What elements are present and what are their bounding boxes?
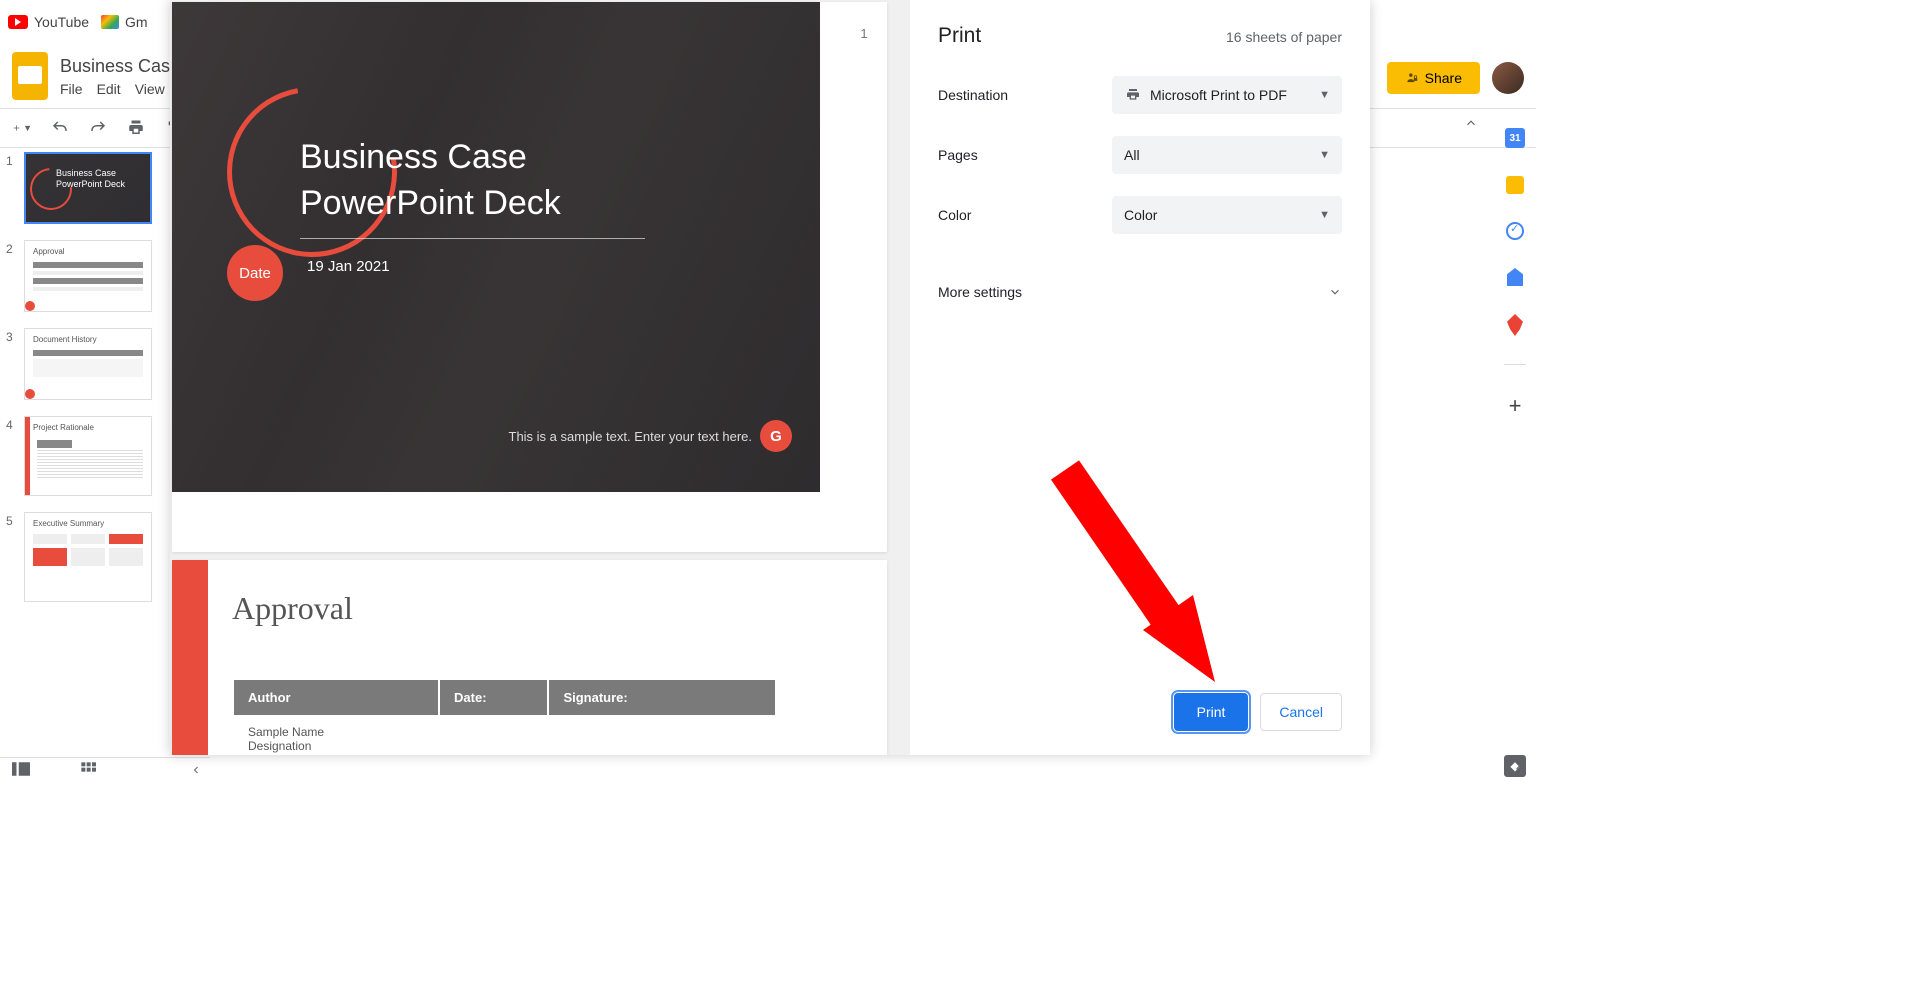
google-side-panel: 31 + ◆	[1494, 108, 1536, 785]
share-button[interactable]: Share	[1387, 62, 1480, 94]
pages-label: Pages	[938, 147, 978, 163]
document-title[interactable]: Business Cas	[60, 56, 170, 77]
date-text: 19 Jan 2021	[307, 258, 390, 275]
chevron-left-icon[interactable]	[190, 763, 202, 781]
thumbnail-5[interactable]: 5 Executive Summary	[0, 508, 170, 606]
sheet-count: 16 sheets of paper	[1226, 29, 1342, 45]
slide-1-content: Date Business Case PowerPoint Deck 19 Ja…	[172, 2, 820, 492]
menu-file[interactable]: File	[60, 81, 83, 97]
th-signature: Signature:	[549, 680, 775, 715]
thumbnail-4[interactable]: 4 Project Rationale	[0, 412, 170, 500]
contacts-icon[interactable]	[1507, 268, 1523, 286]
preview-page-2: Approval Author Date: Signature: Sample …	[172, 560, 887, 755]
collapse-toggle[interactable]	[1464, 116, 1478, 135]
menu-view[interactable]: View	[135, 81, 165, 97]
add-addon-button[interactable]: +	[1509, 393, 1522, 419]
pages-select[interactable]: All ▼	[1112, 136, 1342, 174]
thumb-preview: Document History	[24, 328, 152, 400]
person-lock-icon	[1405, 71, 1419, 85]
color-select[interactable]: Color ▼	[1112, 196, 1342, 234]
date-badge: Date	[227, 245, 283, 301]
cancel-button[interactable]: Cancel	[1260, 693, 1342, 731]
menu-edit[interactable]: Edit	[97, 81, 121, 97]
accent-stripe	[172, 560, 208, 755]
bottom-toolbar	[0, 757, 210, 785]
preview-page-1: 1 Date Business Case PowerPoint Deck 19 …	[172, 2, 887, 552]
printer-icon	[1124, 87, 1142, 103]
google-slides-logo-icon[interactable]	[12, 52, 48, 100]
slide-title: Business Case PowerPoint Deck	[300, 134, 561, 226]
print-dialog: 1 Date Business Case PowerPoint Deck 19 …	[170, 0, 1370, 755]
more-settings-label: More settings	[938, 284, 1022, 300]
grid-view-button[interactable]	[80, 761, 96, 782]
menu-bar: File Edit View	[60, 81, 170, 97]
slide-2-title: Approval	[232, 590, 353, 627]
thumbnail-1[interactable]: 1 Business Case PowerPoint Deck	[0, 148, 170, 228]
youtube-icon	[8, 15, 28, 29]
brand-badge: G	[760, 420, 792, 452]
chevron-down-icon: ▼	[1319, 89, 1330, 101]
user-avatar[interactable]	[1492, 62, 1524, 94]
new-slide-button[interactable]: ▼	[12, 118, 32, 138]
td-author: Sample Name Designation	[234, 717, 438, 755]
calendar-icon[interactable]: 31	[1505, 128, 1525, 148]
chevron-down-icon: ▼	[1319, 209, 1330, 221]
maps-icon[interactable]	[1507, 314, 1523, 336]
filmstrip-view-button[interactable]	[12, 762, 30, 781]
keep-icon[interactable]	[1506, 176, 1524, 194]
print-preview-area[interactable]: 1 Date Business Case PowerPoint Deck 19 …	[170, 0, 910, 755]
gmail-icon	[101, 15, 119, 29]
tab-youtube[interactable]: YouTube	[8, 14, 89, 30]
thumb-number: 4	[6, 416, 24, 496]
thumb-number: 5	[6, 512, 24, 602]
document-title-area: Business Cas File Edit View	[60, 56, 170, 97]
thumbnail-3[interactable]: 3 Document History	[0, 324, 170, 404]
side-panel-collapse[interactable]	[1512, 759, 1524, 777]
more-settings-toggle[interactable]: More settings	[938, 276, 1342, 308]
footer-text: This is a sample text. Enter your text h…	[509, 429, 753, 444]
page-number-badge: 1	[851, 20, 877, 46]
print-settings-panel: Print 16 sheets of paper Destination Mic…	[910, 0, 1370, 755]
thumb-number: 2	[6, 240, 24, 312]
pages-value: All	[1124, 147, 1140, 163]
chevron-down-icon	[1328, 285, 1342, 299]
approval-table: Author Date: Signature: Sample Name Desi…	[232, 678, 777, 755]
tasks-icon[interactable]	[1506, 222, 1524, 240]
slide-thumbnails-panel: 1 Business Case PowerPoint Deck 2 Approv…	[0, 148, 170, 757]
th-date: Date:	[440, 680, 547, 715]
share-label: Share	[1425, 70, 1462, 86]
title-underline	[300, 238, 645, 239]
chevron-down-icon: ▼	[23, 123, 32, 133]
thumb-preview: Business Case PowerPoint Deck	[24, 152, 152, 224]
thumb-preview: Executive Summary	[24, 512, 152, 602]
color-value: Color	[1124, 207, 1157, 223]
print-dialog-title: Print	[938, 24, 981, 48]
chevron-down-icon: ▼	[1319, 149, 1330, 161]
tab-gmail[interactable]: Gm	[101, 14, 148, 30]
thumb-number: 1	[6, 152, 24, 224]
color-label: Color	[938, 207, 971, 223]
destination-value: Microsoft Print to PDF	[1150, 87, 1287, 103]
thumb-number: 3	[6, 328, 24, 400]
destination-select[interactable]: Microsoft Print to PDF ▼	[1112, 76, 1342, 114]
undo-button[interactable]	[50, 118, 70, 138]
destination-label: Destination	[938, 87, 1008, 103]
redo-button[interactable]	[88, 118, 108, 138]
thumbnail-2[interactable]: 2 Approval	[0, 236, 170, 316]
thumb-preview: Project Rationale	[24, 416, 152, 496]
annotation-arrow	[1045, 460, 1225, 700]
print-button[interactable]	[126, 118, 146, 138]
th-author: Author	[234, 680, 438, 715]
tab-label: Gm	[125, 14, 148, 30]
thumb-preview: Approval	[24, 240, 152, 312]
tab-label: YouTube	[34, 14, 89, 30]
